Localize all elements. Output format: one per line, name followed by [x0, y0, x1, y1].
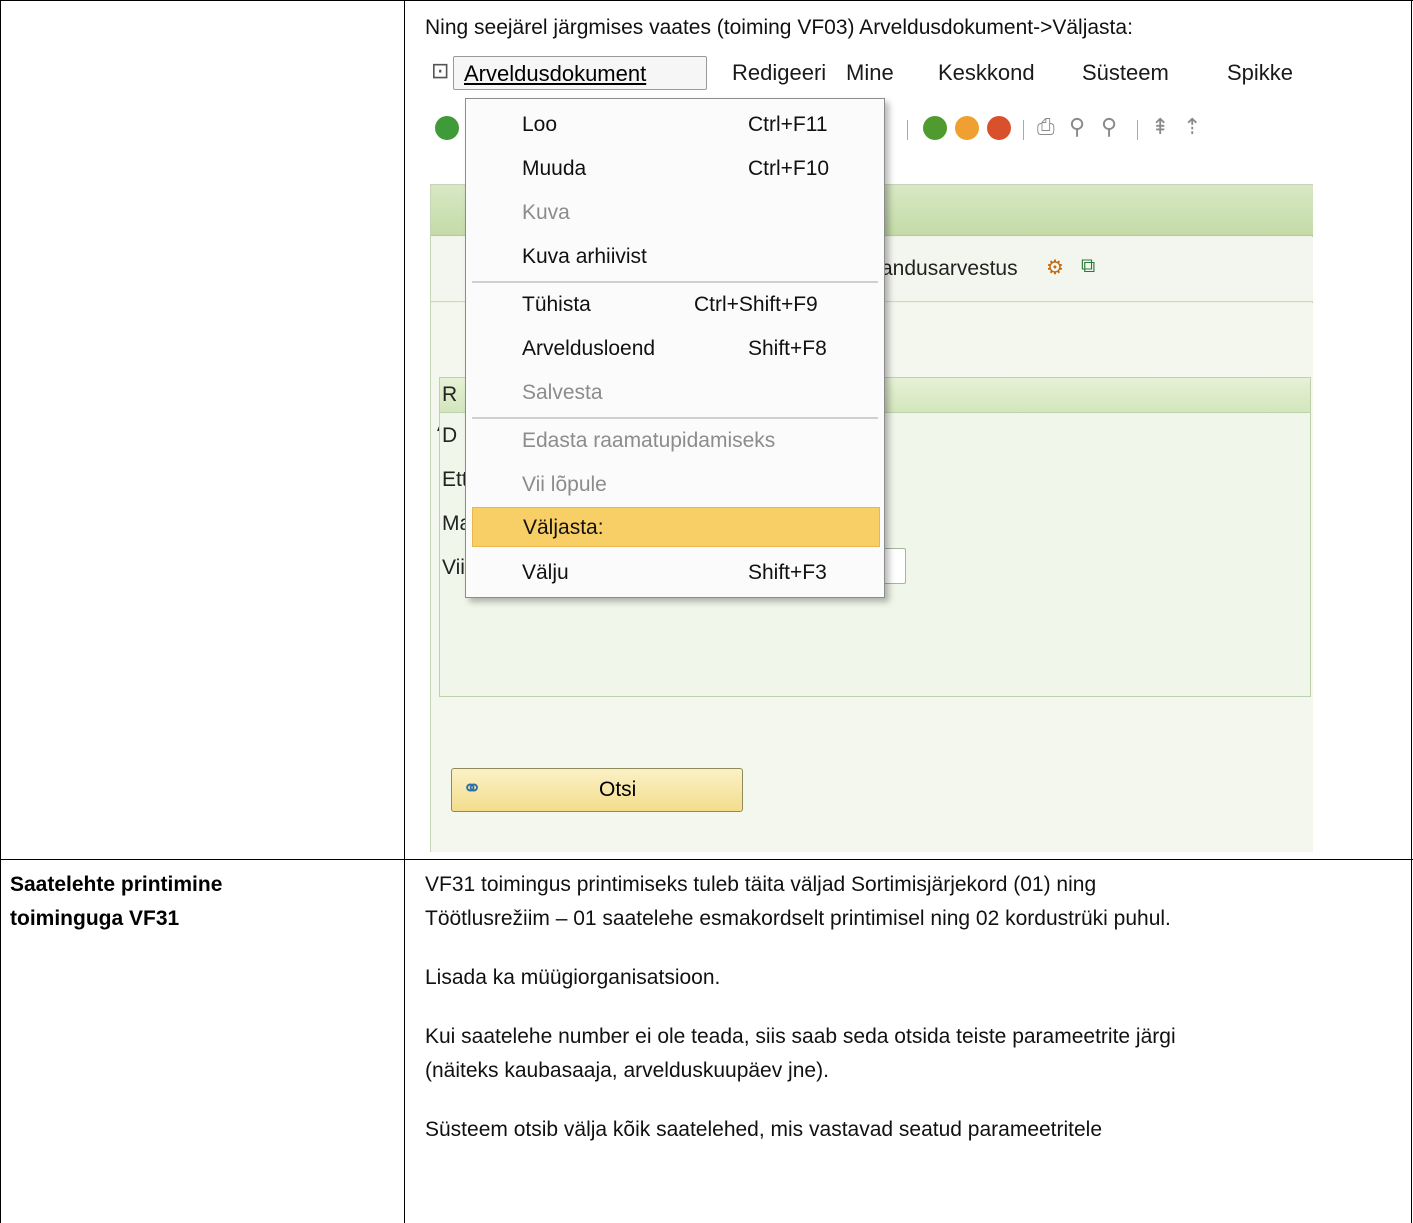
menu-systeem[interactable]: Süsteem	[1082, 60, 1169, 86]
find-icon[interactable]: ⚲	[1069, 114, 1085, 140]
menu-item-valjasta[interactable]: Väljasta:	[472, 507, 880, 547]
menu-item-arveldusloend[interactable]: Arveldusloend Shift+F8	[466, 329, 884, 369]
row2-paragraph-4: Süsteem otsib välja kõik saatelehed, mis…	[425, 1118, 1103, 1141]
intro-text: Ning seejärel järgmises vaates (toiming …	[425, 16, 1133, 39]
menu-separator	[472, 281, 878, 283]
settings-icon[interactable]: ⚙	[1046, 255, 1064, 280]
menu-separator	[472, 417, 878, 419]
menu-item-valju[interactable]: Välju Shift+F3	[466, 553, 884, 593]
menu-item-salvesta: Salvesta	[522, 381, 603, 404]
row2-paragraph-1-line-1: VF31 toimingus printimiseks tuleb täita …	[425, 873, 1097, 896]
menu-mine[interactable]: Mine	[846, 60, 894, 86]
group-label: R	[442, 383, 458, 406]
menu-item-edasta: Edasta raamatupidamiseks	[522, 429, 776, 452]
menu-bar: ⊡ Arveldusdokument Redigeeri Mine Keskko…	[425, 46, 1313, 102]
arveldusdokument-dropdown: Loo Ctrl+F11 Muuda Ctrl+F10 Kuva Kuva ar…	[465, 98, 885, 598]
row2-paragraph-3-line-2: (näiteks kaubasaaja, arvelduskuupäev jne…	[425, 1059, 829, 1082]
document-flow-icon[interactable]: ⧉	[1081, 255, 1095, 278]
row2-label-line2: toiminguga VF31	[10, 907, 180, 930]
menu-icon: ⊡	[431, 58, 450, 83]
table-rule-right	[1411, 0, 1412, 1223]
print-icon[interactable]: ⎙	[1037, 114, 1055, 140]
row2-paragraph-1-line-2: Töötlusrežiim – 01 saatelehe esmakordsel…	[425, 907, 1171, 930]
table-rule-row	[0, 859, 1413, 860]
prev-page-icon[interactable]: ⇡	[1183, 114, 1201, 140]
binoculars-icon: ⚭	[462, 775, 483, 802]
back-icon[interactable]	[923, 116, 947, 140]
tools-text[interactable]: andusarvestus	[881, 257, 1018, 281]
toolbar-separator	[1137, 120, 1138, 140]
menu-item-loo[interactable]: Loo Ctrl+F11	[466, 105, 884, 145]
menu-item-kuva-arhiivist[interactable]: Kuva arhiivist	[466, 237, 884, 277]
row2-paragraph-3-line-1: Kui saatelehe number ei ole teada, siis …	[425, 1025, 1176, 1048]
toolbar-separator	[907, 120, 908, 140]
menu-redigeeri[interactable]: Redigeeri	[732, 60, 826, 86]
row2-paragraph-2: Lisada ka müügiorganisatsioon.	[425, 966, 721, 989]
menu-spikker[interactable]: Spikke	[1227, 60, 1293, 86]
menu-item-vii-lopule: Vii lõpule	[522, 473, 607, 496]
row2-label-line1: Saatelehte printimine	[10, 873, 223, 896]
search-button-label: Otsi	[599, 778, 637, 801]
menu-item-muuda[interactable]: Muuda Ctrl+F10	[466, 149, 884, 189]
toolbar-separator	[1023, 120, 1024, 140]
menu-keskkond[interactable]: Keskkond	[938, 60, 1035, 86]
menu-item-tuhista[interactable]: Tühista Ctrl+Shift+F9	[466, 285, 884, 325]
menu-item-kuva: Kuva	[522, 201, 570, 224]
search-button[interactable]: ⚭ Otsi	[451, 768, 743, 812]
exit-icon[interactable]	[955, 116, 979, 140]
sap-screenshot: ⊡ Arveldusdokument Redigeeri Mine Keskko…	[425, 46, 1313, 852]
table-rule-left	[0, 0, 1, 1223]
table-rule-top	[0, 0, 1413, 1]
find-next-icon[interactable]: ⚲	[1101, 114, 1117, 140]
cancel-icon[interactable]	[987, 116, 1011, 140]
table-rule-mid	[404, 0, 405, 1223]
enter-icon[interactable]	[435, 116, 459, 140]
row-label: D	[442, 424, 458, 447]
document-table: Ning seejärel järgmises vaates (toiming …	[0, 0, 1413, 1223]
first-page-icon[interactable]: ⇞	[1151, 114, 1169, 140]
menu-arveldusdokument[interactable]: Arveldusdokument	[453, 56, 707, 90]
